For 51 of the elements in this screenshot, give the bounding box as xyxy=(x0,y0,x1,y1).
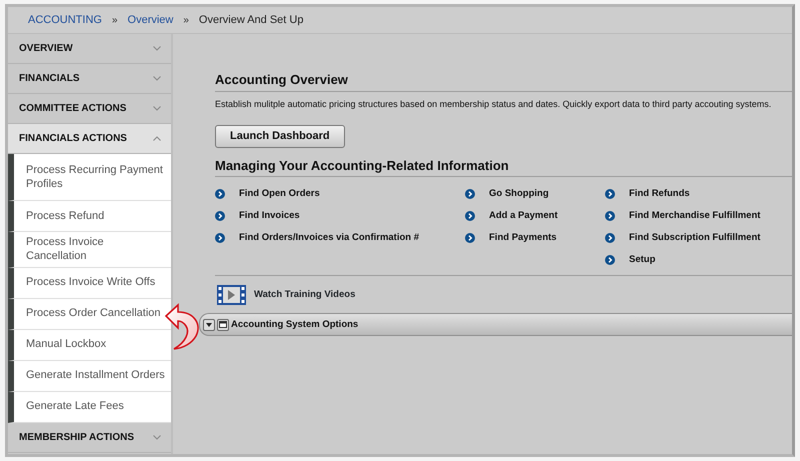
arrow-bullet-icon xyxy=(465,233,475,244)
arrow-bullet-icon xyxy=(465,211,475,222)
sidebar-item[interactable]: Generate Installment Orders xyxy=(8,360,171,392)
sidebar-item[interactable]: Process Invoice Write Offs xyxy=(8,268,171,299)
section-heading: Managing Your Accounting-Related Information xyxy=(215,158,792,178)
sidebar-section-header[interactable]: FINANCIALS ACTIONS xyxy=(8,124,171,154)
description-text: Establish mulitple automatic pricing structures based on membership status and dates. Quickly export data to third party accouting systems. xyxy=(215,98,772,111)
expand-toggle-button[interactable] xyxy=(203,318,215,331)
task-link[interactable]: Find Refunds xyxy=(629,187,690,202)
task-link[interactable]: Find Orders/Invoices via Confirmation # xyxy=(239,231,420,246)
sidebar-section-header[interactable]: MEMBERSHIP ACTIONS xyxy=(8,422,171,453)
sidebar-item[interactable]: Manual Lockbox xyxy=(8,330,171,361)
arrow-bullet-icon xyxy=(605,255,615,266)
breadcrumb-link[interactable]: Overview xyxy=(128,12,174,28)
window-icon xyxy=(219,321,227,328)
chevron-down-icon xyxy=(153,46,161,51)
arrow-bullet-icon xyxy=(605,189,615,200)
arrow-bullet-icon xyxy=(605,233,615,244)
sidebar-item[interactable]: Process Invoice Cancellation xyxy=(8,232,171,268)
sidebar-item[interactable]: Process Refund xyxy=(8,201,171,232)
arrow-bullet-icon xyxy=(215,189,225,200)
sidebar-item[interactable]: Generate Late Fees xyxy=(8,392,171,423)
window-toggle-button[interactable] xyxy=(217,318,229,331)
breadcrumb-current: Overview And Set Up xyxy=(198,12,304,28)
chevron-down-icon xyxy=(153,106,161,111)
sidebar-item[interactable]: Process Recurring Payment Profiles xyxy=(8,154,171,201)
chevron-down-icon xyxy=(153,434,161,440)
arrow-bullet-icon xyxy=(215,211,225,222)
breadcrumb-separator: » xyxy=(112,14,118,28)
caret-icon xyxy=(206,322,212,327)
task-link[interactable]: Find Payments xyxy=(489,231,557,246)
breadcrumb-link[interactable]: ACCOUNTING xyxy=(28,12,102,28)
training-videos-link[interactable]: Watch Training Videos xyxy=(254,288,356,302)
film-icon[interactable] xyxy=(217,285,246,306)
task-link[interactable]: Find Open Orders xyxy=(239,187,320,202)
launch-dashboard-button[interactable]: Launch Dashboard xyxy=(215,125,345,148)
sidebar-item[interactable]: Process Order Cancellation xyxy=(8,298,171,330)
breadcrumb-separator: » xyxy=(183,14,189,28)
panel-title: Accounting System Options xyxy=(231,318,358,332)
arrow-bullet-icon xyxy=(465,189,475,200)
task-link[interactable]: Find Invoices xyxy=(239,209,300,224)
task-link[interactable]: Setup xyxy=(629,253,656,268)
chevron-down-icon xyxy=(153,76,161,81)
task-link[interactable]: Find Subscription Fulfillment xyxy=(629,231,760,246)
arrow-bullet-icon xyxy=(215,233,225,244)
task-link[interactable]: Go Shopping xyxy=(489,187,549,202)
task-link[interactable]: Find Merchandise Fulfillment xyxy=(629,209,760,224)
arrow-bullet-icon xyxy=(605,211,615,222)
section-heading: Accounting Overview xyxy=(215,72,792,92)
task-link[interactable]: Add a Payment xyxy=(489,209,558,224)
chevron-up-icon xyxy=(153,136,161,141)
